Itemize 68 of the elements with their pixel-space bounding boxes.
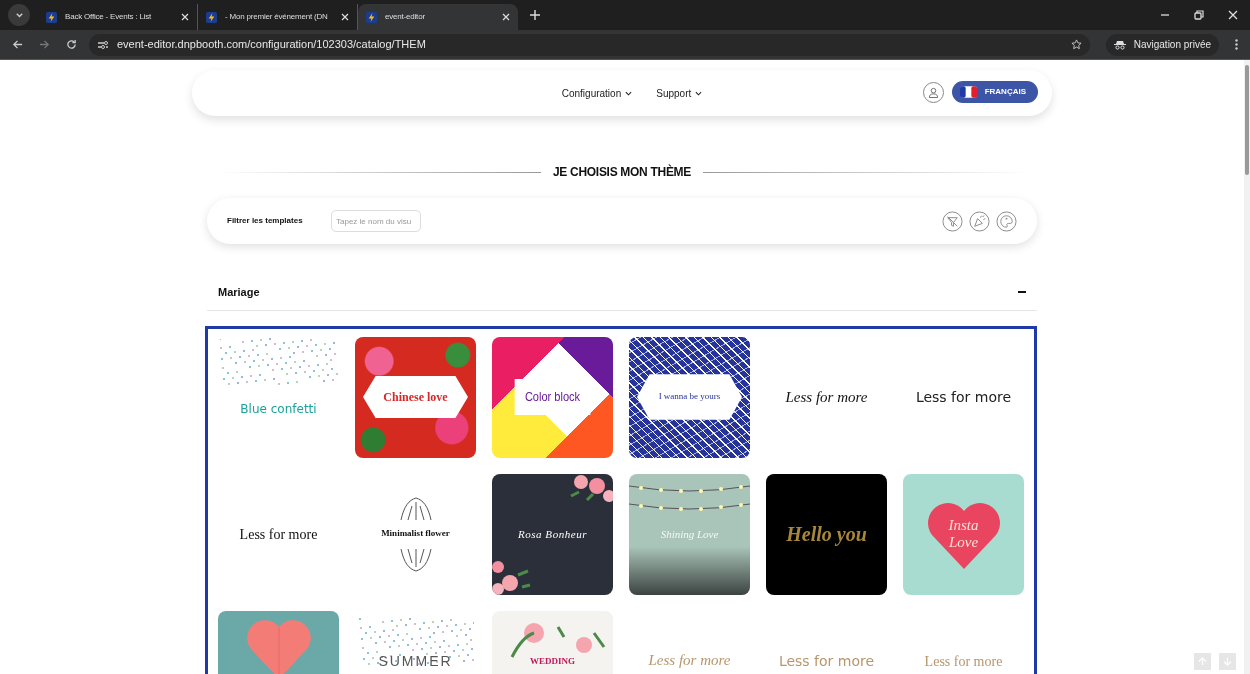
template-title: Rosa Bonheur bbox=[517, 526, 588, 542]
template-title: Less for more bbox=[785, 387, 868, 407]
template-card[interactable]: Color block bbox=[492, 336, 613, 458]
template-title: Less for more bbox=[778, 651, 875, 671]
scrollbar[interactable] bbox=[1244, 60, 1250, 674]
site-logo-icon bbox=[366, 11, 377, 23]
template-search-field[interactable]: Tapez le nom du visu bbox=[331, 210, 421, 232]
palette-icon[interactable] bbox=[996, 210, 1017, 232]
template-title: Less for more bbox=[239, 525, 318, 544]
flower-sketch-drawing bbox=[398, 495, 433, 520]
tab-list-button[interactable] bbox=[8, 4, 30, 26]
template-title: Color block bbox=[514, 379, 591, 415]
site-logo-icon bbox=[206, 11, 217, 23]
flower-sketch-drawing bbox=[398, 548, 433, 573]
template-card[interactable]: WEDDING bbox=[492, 610, 613, 674]
new-tab-icon[interactable] bbox=[530, 10, 540, 20]
chevron-down-icon bbox=[14, 10, 24, 20]
collapse-toggle[interactable] bbox=[1018, 291, 1026, 294]
template-title: I wanna be yours bbox=[637, 374, 742, 420]
tab-title: - Mon premier événement (DN bbox=[225, 11, 329, 23]
restore-icon[interactable] bbox=[1194, 10, 1204, 20]
arrow-up-icon bbox=[1198, 657, 1207, 666]
template-card[interactable]: Rosa Bonheur bbox=[492, 473, 613, 595]
template-title: Shining Love bbox=[660, 526, 719, 542]
forward-icon[interactable] bbox=[39, 39, 50, 50]
user-icon bbox=[927, 86, 939, 98]
french-flag-icon bbox=[959, 86, 977, 98]
template-card[interactable]: I wanna be yours bbox=[629, 336, 750, 458]
close-icon[interactable] bbox=[1228, 10, 1238, 20]
template-title: Less for more bbox=[915, 387, 1012, 407]
chevron-down-icon bbox=[625, 90, 633, 96]
template-card[interactable]: Hello you bbox=[766, 473, 887, 595]
reload-icon[interactable] bbox=[66, 39, 77, 50]
template-card[interactable]: Chinese love bbox=[355, 336, 476, 458]
nav-menu[interactable]: Configuration bbox=[561, 85, 633, 101]
section-title: Mariage bbox=[218, 285, 260, 300]
template-title: Chinese love bbox=[363, 376, 468, 418]
party-popper-icon[interactable] bbox=[969, 210, 990, 232]
template-title: SUMMER bbox=[378, 651, 453, 671]
tab-title: Back Office - Events : List bbox=[65, 11, 153, 23]
nav-menu[interactable]: Support bbox=[656, 85, 703, 101]
close-tab-icon[interactable] bbox=[341, 13, 349, 21]
template-title: Minimalist flower bbox=[381, 527, 450, 541]
template-title: Insta Love bbox=[947, 517, 980, 551]
incognito-profile-button[interactable]: Navigation privée bbox=[1105, 33, 1219, 56]
back-icon[interactable] bbox=[12, 39, 23, 50]
close-tab-icon[interactable] bbox=[502, 13, 510, 21]
site-logo-icon bbox=[46, 11, 57, 23]
url-text: event-editor.dnpbooth.com/configuration/102303/catalog/THEM bbox=[117, 37, 426, 53]
close-tab-icon[interactable] bbox=[181, 13, 189, 21]
template-title: Blue confetti bbox=[240, 401, 317, 418]
chevron-down-icon bbox=[695, 90, 703, 96]
template-title: Less for more bbox=[924, 652, 1003, 671]
arrow-down-icon bbox=[1223, 657, 1232, 666]
browser-tab[interactable]: event-editor bbox=[358, 4, 518, 30]
template-title: Hello you bbox=[786, 522, 867, 548]
filter-label: Filtrer les templates bbox=[227, 215, 304, 227]
clear-filter-icon[interactable] bbox=[942, 210, 963, 232]
incognito-icon bbox=[1113, 39, 1126, 50]
tab-title: event-editor bbox=[385, 11, 426, 23]
language-button[interactable]: FRANÇAIS bbox=[951, 81, 1038, 103]
page-heading: JE CHOISIS MON THÈME bbox=[553, 163, 691, 182]
site-settings-icon[interactable] bbox=[97, 39, 109, 50]
template-title: WEDDING bbox=[530, 654, 575, 668]
address-bar[interactable]: event-editor.dnpbooth.com/configuration/102303/catalog/THEM bbox=[89, 33, 1090, 56]
template-title: Less for more bbox=[648, 650, 731, 670]
star-icon[interactable] bbox=[1070, 39, 1082, 50]
more-menu-icon[interactable] bbox=[1235, 39, 1238, 50]
